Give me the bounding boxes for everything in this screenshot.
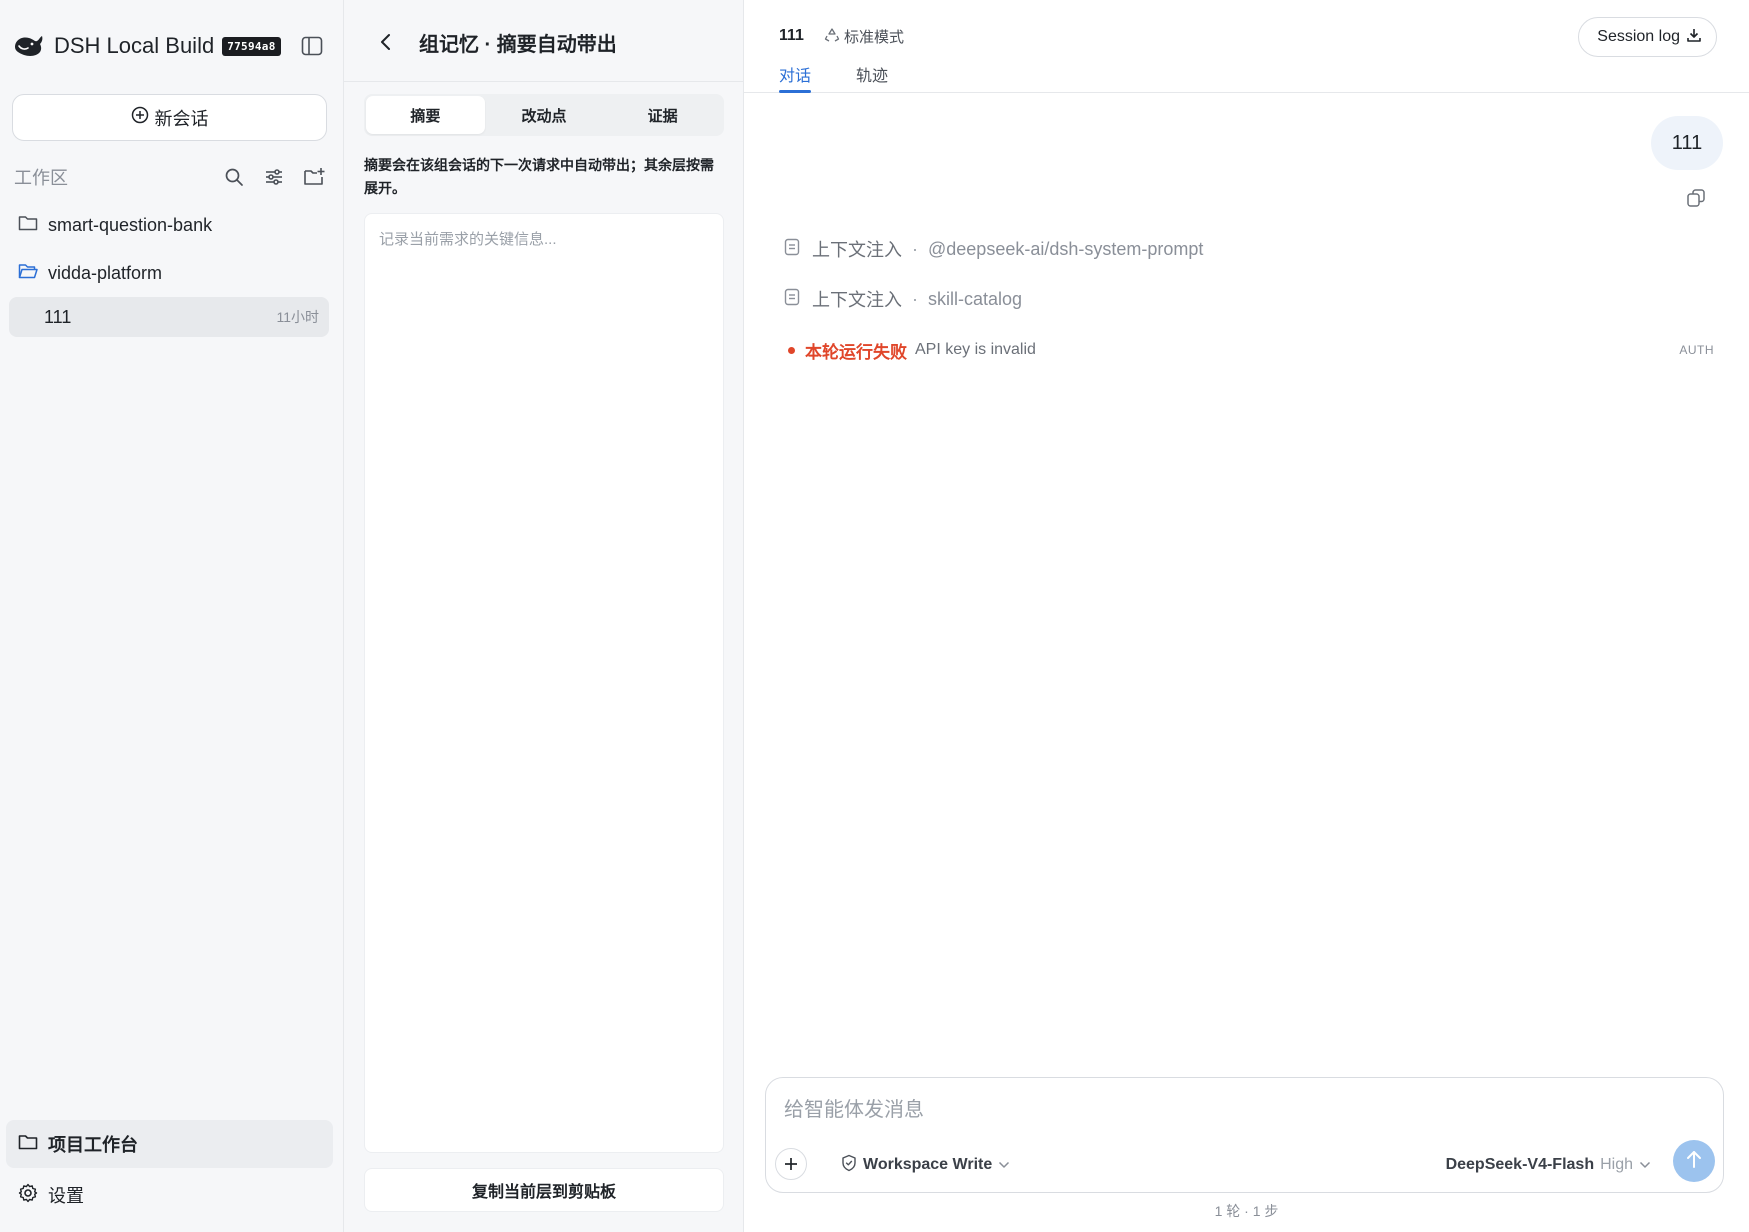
chevron-left-icon[interactable]: [372, 28, 400, 56]
project-workbench-label: 项目工作台: [48, 1135, 138, 1155]
copy-icon[interactable]: [1683, 185, 1709, 211]
search-icon[interactable]: [221, 164, 247, 190]
folder-name: smart-question-bank: [48, 214, 213, 235]
permission-label: Workspace Write: [863, 1156, 993, 1173]
plus-icon[interactable]: [775, 1148, 807, 1180]
gear-icon: [18, 1183, 48, 1208]
context-label: 上下文注入: [812, 290, 902, 310]
filter-sliders-icon[interactable]: [261, 164, 287, 190]
arrow-up-icon: [1685, 1149, 1703, 1174]
message-input[interactable]: [784, 1094, 1684, 1126]
permission-selector[interactable]: Workspace Write: [841, 1151, 1010, 1179]
chat-tabs: 对话 轨迹: [779, 62, 888, 93]
session-item[interactable]: 111 11小时: [9, 297, 329, 337]
plus-circle-icon: [131, 106, 155, 129]
error-title: 本轮运行失败: [805, 342, 907, 362]
project-workbench-button[interactable]: 项目工作台: [6, 1120, 333, 1168]
context-name: @deepseek-ai/dsh-system-prompt: [928, 238, 1204, 259]
folder-name: vidda-platform: [48, 262, 163, 283]
whale-logo-icon: [12, 29, 46, 63]
folder-icon: [18, 1133, 48, 1156]
settings-button[interactable]: 设置: [6, 1171, 333, 1219]
error-message: API key is invalid: [915, 341, 1036, 358]
new-chat-button[interactable]: 新会话: [12, 94, 327, 141]
mode-label: 标准模式: [844, 29, 905, 46]
error-dot-icon: [788, 346, 795, 354]
session-log-button[interactable]: Session log: [1578, 17, 1717, 57]
folder-icon: [18, 214, 48, 237]
settings-label: 设置: [48, 1186, 84, 1206]
recycle-icon: [824, 27, 844, 47]
summary-textarea[interactable]: [364, 213, 724, 1153]
composer: Workspace Write DeepSeek-V4-Flash High: [765, 1077, 1724, 1193]
build-badge: 77594a8: [222, 36, 281, 56]
chevron-down-icon: [998, 1156, 1010, 1174]
workspace-header: 工作区: [14, 163, 327, 191]
document-icon: [784, 238, 800, 261]
folder-item[interactable]: vidda-platform: [18, 257, 328, 289]
session-title: 111: [779, 27, 804, 44]
sidebar: DSH Local Build 77594a8 新会话 工作区 smart-qu…: [0, 0, 344, 1232]
memory-panel: 组记忆 · 摘要自动带出 摘要 改动点 证据 摘要会在该组会话的下一次请求中自动…: [344, 0, 744, 1232]
tab-summary[interactable]: 摘要: [366, 96, 485, 134]
copy-layer-button[interactable]: 复制当前层到剪贴板: [364, 1168, 724, 1212]
workspace-label: 工作区: [14, 168, 68, 188]
model-name: DeepSeek-V4-Flash: [1445, 1156, 1595, 1173]
user-message-bubble: 111: [1651, 116, 1723, 170]
download-icon: [1680, 27, 1702, 48]
chat-main: 111 标准模式 对话 轨迹 Session log 111 上下文注入 · @…: [744, 0, 1749, 1232]
run-error-row: 本轮运行失败 API key is invalid AUTH: [784, 337, 1714, 363]
mode-indicator[interactable]: 标准模式: [824, 26, 904, 47]
session-time: 11小时: [276, 309, 319, 325]
tab-evidence[interactable]: 证据: [603, 96, 722, 134]
add-folder-icon[interactable]: [301, 164, 327, 190]
brand-title: DSH Local Build: [54, 33, 215, 58]
document-icon: [784, 288, 800, 311]
chevron-down-icon: [1639, 1156, 1651, 1174]
new-chat-label: 新会话: [154, 108, 209, 129]
context-injection-row[interactable]: 上下文注入 · @deepseek-ai/dsh-system-prompt: [784, 234, 1203, 264]
brand: DSH Local Build 77594a8: [12, 28, 281, 64]
folder-item[interactable]: smart-question-bank: [18, 209, 328, 241]
sidebar-toggle-icon[interactable]: [297, 33, 327, 59]
context-label: 上下文注入: [812, 240, 902, 260]
model-level: High: [1600, 1156, 1633, 1173]
session-title: 111: [44, 306, 72, 327]
session-log-label: Session log: [1597, 28, 1680, 45]
send-button[interactable]: [1673, 1140, 1715, 1182]
tab-changes[interactable]: 改动点: [485, 96, 604, 134]
memory-panel-header: 组记忆 · 摘要自动带出: [344, 0, 744, 82]
tab-conversation[interactable]: 对话: [779, 62, 812, 93]
error-code: AUTH: [1679, 343, 1714, 357]
context-injection-row[interactable]: 上下文注入 · skill-catalog: [784, 284, 1022, 314]
context-name: skill-catalog: [928, 288, 1023, 309]
model-selector[interactable]: DeepSeek-V4-Flash High: [1446, 1151, 1651, 1179]
folder-open-icon: [18, 262, 48, 285]
tab-trace[interactable]: 轨迹: [856, 62, 888, 92]
shield-check-icon: [841, 1154, 857, 1177]
memory-hint: 摘要会在该组会话的下一次请求中自动带出；其余层按需展开。: [364, 157, 714, 196]
memory-tabs: 摘要 改动点 证据: [364, 94, 724, 136]
turn-step-stat: 1 轮 · 1 步: [1214, 1203, 1279, 1219]
chat-header: 111 标准模式 对话 轨迹 Session log: [744, 0, 1749, 93]
memory-panel-title: 组记忆 · 摘要自动带出: [419, 34, 617, 56]
